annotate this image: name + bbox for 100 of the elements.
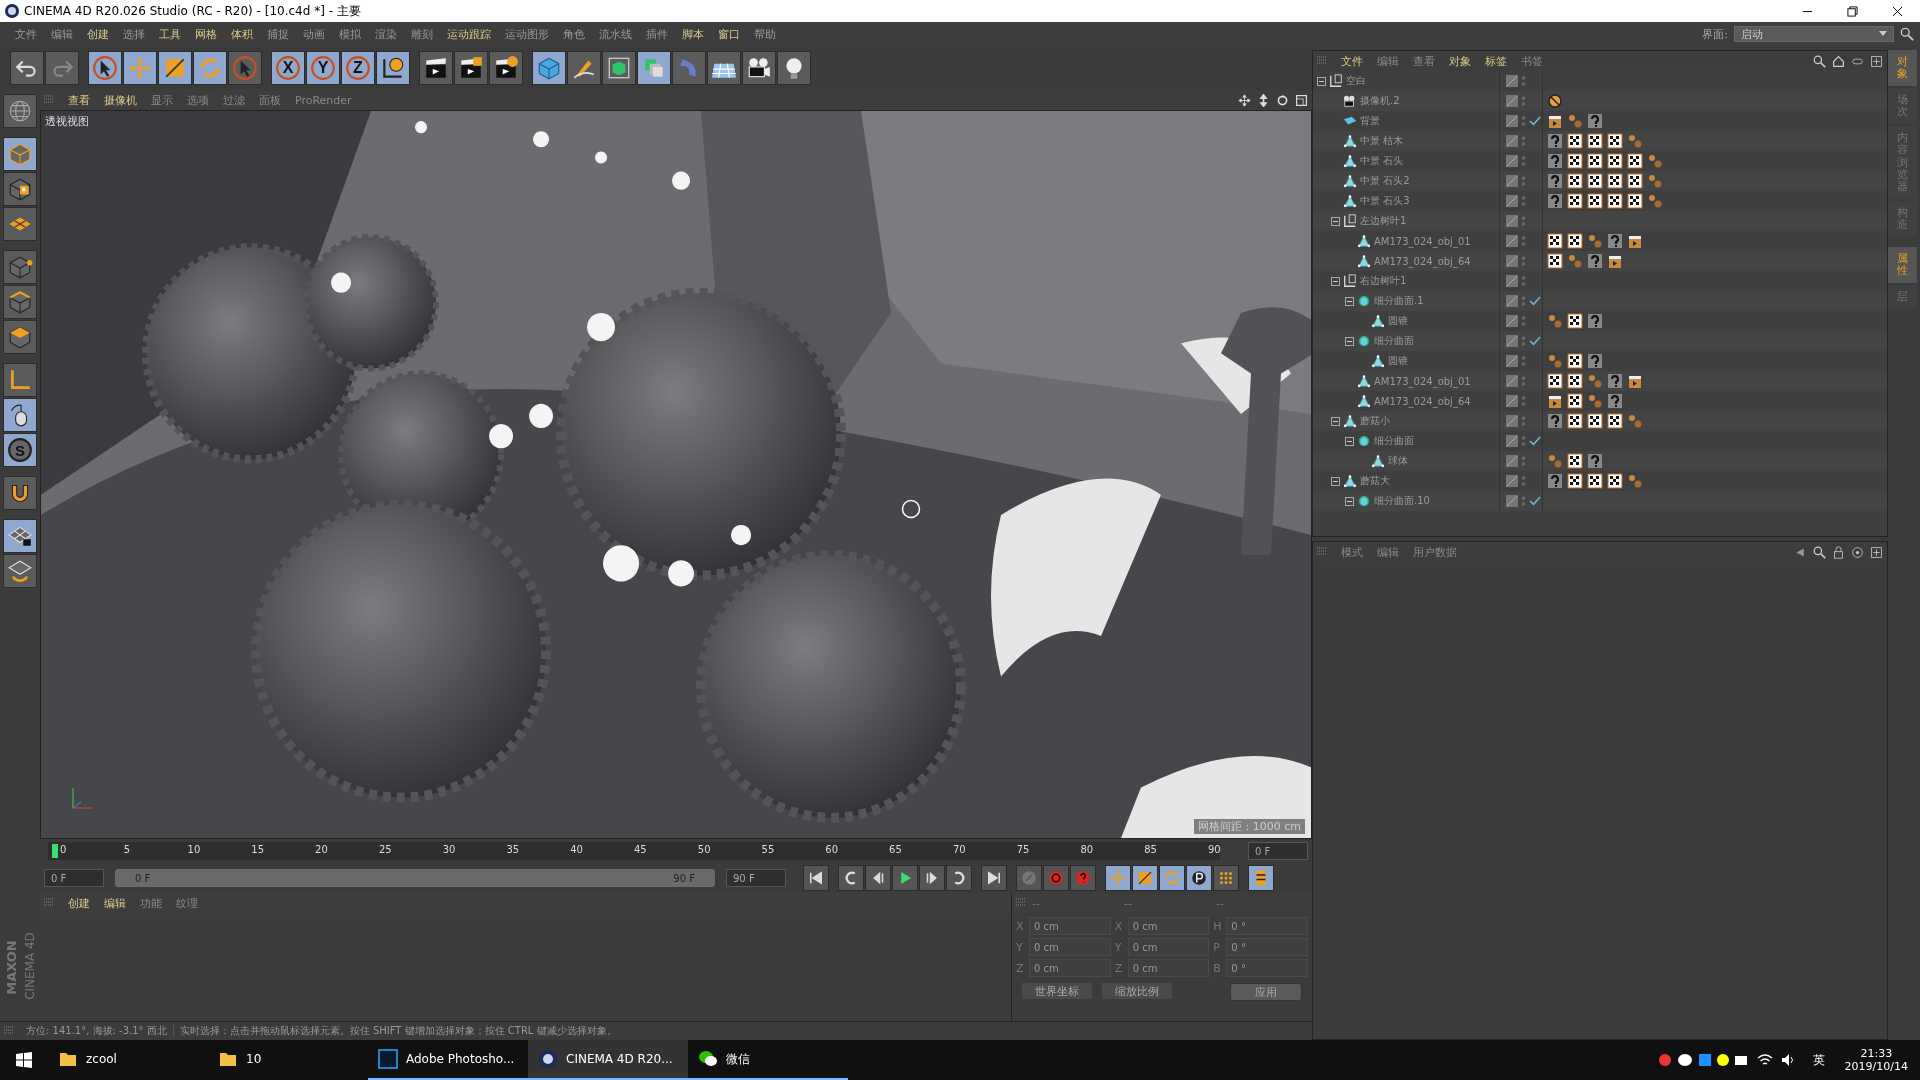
enabled-check-icon[interactable] bbox=[1529, 495, 1541, 507]
render-picture-tool-button[interactable] bbox=[454, 51, 488, 85]
coordinate-field[interactable]: 0 cm bbox=[1127, 917, 1210, 935]
mode-dropdown[interactable]: 世界坐标 bbox=[1022, 983, 1092, 999]
menu-item[interactable]: 捕捉 bbox=[260, 26, 296, 42]
object-name[interactable]: 空白 bbox=[1346, 74, 1366, 88]
polygons-mode-button[interactable] bbox=[3, 320, 37, 354]
visibility-dots-icon[interactable] bbox=[1521, 215, 1526, 227]
menu-item[interactable]: 流水线 bbox=[592, 26, 639, 42]
lock-grid-mode-button[interactable] bbox=[3, 519, 37, 553]
cloner-tool-button[interactable] bbox=[637, 51, 671, 85]
checker-tag-icon[interactable] bbox=[1607, 413, 1623, 429]
menu-item[interactable]: 体积 bbox=[224, 26, 260, 42]
question-tag-icon[interactable] bbox=[1547, 133, 1563, 149]
taskbar-app[interactable]: CINEMA 4D R20... bbox=[528, 1040, 688, 1080]
phong-tag-icon[interactable] bbox=[1647, 193, 1663, 209]
phong-tag-icon[interactable] bbox=[1587, 393, 1603, 409]
object-name[interactable]: 圆锥 bbox=[1388, 354, 1408, 368]
checker-tag-icon[interactable] bbox=[1567, 173, 1583, 189]
checker-tag-icon[interactable] bbox=[1627, 193, 1643, 209]
checker-tag-icon[interactable] bbox=[1547, 373, 1563, 389]
subdivision-tool-button[interactable] bbox=[602, 51, 636, 85]
last-button[interactable] bbox=[981, 865, 1007, 891]
object-name[interactable]: 中景 石头2 bbox=[1360, 174, 1410, 188]
frame-range-slider[interactable]: 0 F 90 F bbox=[115, 869, 715, 887]
axis-tool-button[interactable]: X bbox=[271, 51, 305, 85]
axis-mode-mode-button[interactable] bbox=[3, 363, 37, 397]
collapse-toggle-icon[interactable] bbox=[1345, 496, 1354, 506]
menu-item[interactable]: 插件 bbox=[639, 26, 675, 42]
checker-tag-icon[interactable] bbox=[1567, 393, 1583, 409]
maximize-icon[interactable] bbox=[1295, 93, 1308, 107]
clapper-tag-icon[interactable] bbox=[1547, 393, 1563, 409]
axis-tool-button[interactable]: Y bbox=[306, 51, 340, 85]
checker-tag-icon[interactable] bbox=[1627, 173, 1643, 189]
snap-mode-button[interactable]: S bbox=[3, 433, 37, 467]
object-name[interactable]: 蘑菇小 bbox=[1360, 414, 1390, 428]
coordinate-field[interactable]: 0 ° bbox=[1226, 917, 1308, 935]
phong-tag-icon[interactable] bbox=[1547, 313, 1563, 329]
menu-item[interactable]: 脚本 bbox=[675, 26, 711, 42]
visibility-dots-icon[interactable] bbox=[1521, 235, 1526, 247]
phong-tag-icon[interactable] bbox=[1547, 353, 1563, 369]
visibility-dots-icon[interactable] bbox=[1521, 115, 1526, 127]
clapper-tag-icon[interactable] bbox=[1607, 253, 1623, 269]
menu-item[interactable]: 编辑 bbox=[44, 26, 80, 42]
viewport-menu-item[interactable]: 摄像机 bbox=[98, 92, 143, 108]
enabled-check-icon[interactable] bbox=[1529, 435, 1541, 447]
menu-item[interactable]: 窗口 bbox=[711, 26, 747, 42]
question-tag-icon[interactable] bbox=[1547, 173, 1563, 189]
checker-tag-icon[interactable] bbox=[1607, 193, 1623, 209]
light-tool-button[interactable] bbox=[777, 51, 811, 85]
visibility-dots-icon[interactable] bbox=[1521, 275, 1526, 287]
points-mode-button[interactable] bbox=[3, 250, 37, 284]
end-frame-field[interactable]: 90 F bbox=[726, 869, 786, 887]
clock-date[interactable]: 2019/10/14 bbox=[1844, 1060, 1908, 1073]
visibility-dots-icon[interactable] bbox=[1521, 295, 1526, 307]
timeline-ruler[interactable]: 0 5 10 15 20 25 30 35 40 45 50 55 60 65 70 75 80 85 90 bbox=[48, 842, 1220, 860]
object-name[interactable]: 中景 石头3 bbox=[1360, 194, 1410, 208]
pan-icon[interactable] bbox=[1238, 93, 1251, 107]
visibility-dots-icon[interactable] bbox=[1521, 355, 1526, 367]
question-tag-icon[interactable] bbox=[1587, 353, 1603, 369]
visibility-dots-icon[interactable] bbox=[1521, 315, 1526, 327]
coordinate-field[interactable]: 0 cm bbox=[1029, 959, 1111, 977]
zoom-icon[interactable] bbox=[1257, 93, 1270, 107]
checker-tag-icon[interactable] bbox=[1607, 173, 1623, 189]
input-language[interactable]: 英 bbox=[1812, 1051, 1825, 1069]
visibility-dots-icon[interactable] bbox=[1521, 395, 1526, 407]
question-tag-icon[interactable] bbox=[1547, 413, 1563, 429]
visibility-dots-icon[interactable] bbox=[1521, 335, 1526, 347]
taskbar-app[interactable]: 微信 bbox=[688, 1040, 848, 1080]
clapper-tag-icon[interactable] bbox=[1547, 113, 1563, 129]
next-key-button[interactable] bbox=[946, 865, 972, 891]
checker-tag-icon[interactable] bbox=[1567, 413, 1583, 429]
question-tag-icon[interactable] bbox=[1587, 453, 1603, 469]
checker-tag-icon[interactable] bbox=[1627, 153, 1643, 169]
object-menu-item[interactable]: 编辑 bbox=[1371, 53, 1405, 69]
phong-tag-icon[interactable] bbox=[1627, 473, 1643, 489]
lock-icon[interactable] bbox=[1832, 545, 1845, 559]
orbit-icon[interactable] bbox=[1276, 93, 1289, 107]
workplane-mode-button[interactable] bbox=[3, 207, 37, 241]
first-button[interactable] bbox=[803, 865, 829, 891]
menu-item[interactable]: 运动跟踪 bbox=[440, 26, 498, 42]
visibility-dots-icon[interactable] bbox=[1521, 95, 1526, 107]
question-tag-icon[interactable] bbox=[1587, 253, 1603, 269]
menu-item[interactable]: 创建 bbox=[80, 26, 116, 42]
visibility-dots-icon[interactable] bbox=[1521, 135, 1526, 147]
checker-tag-icon[interactable] bbox=[1607, 133, 1623, 149]
mode-dropdown[interactable]: 缩放比例 bbox=[1102, 983, 1172, 999]
viewport-menu-item[interactable]: 过滤 bbox=[217, 92, 251, 108]
play-button[interactable] bbox=[892, 865, 918, 891]
edges-mode-button[interactable] bbox=[3, 285, 37, 319]
viewport-menu-item[interactable]: 面板 bbox=[253, 92, 287, 108]
checker-tag-icon[interactable] bbox=[1587, 153, 1603, 169]
viewport-menu-item[interactable]: 显示 bbox=[145, 92, 179, 108]
menu-item[interactable]: 文件 bbox=[8, 26, 44, 42]
object-name[interactable]: AM173_024_obj_01 bbox=[1374, 235, 1471, 247]
menu-item[interactable]: 动画 bbox=[296, 26, 332, 42]
auto-key-button[interactable] bbox=[1070, 865, 1096, 891]
timeline-film-button[interactable] bbox=[1248, 865, 1274, 891]
menu-item[interactable]: 网格 bbox=[188, 26, 224, 42]
collapse-toggle-icon[interactable] bbox=[1331, 276, 1340, 286]
